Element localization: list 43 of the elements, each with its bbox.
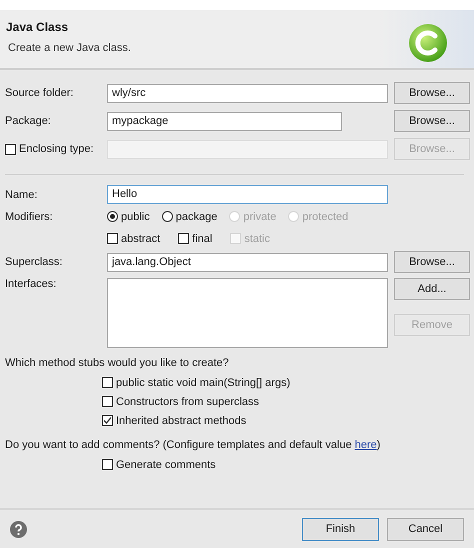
text-field[interactable]: Hello [107, 185, 388, 204]
list-button[interactable]: Add... [394, 278, 470, 300]
page-title: Java Class [6, 20, 70, 34]
checkbox-label: static [244, 232, 270, 244]
checkbox[interactable] [178, 233, 190, 244]
radio-button[interactable] [162, 211, 173, 222]
checkbox-label: Generate comments [116, 458, 216, 470]
checkbox[interactable] [102, 459, 113, 470]
class-logo-icon [408, 23, 448, 63]
field-label: Source folder: [5, 87, 74, 99]
question-text: Which method stubs would you like to create? [5, 356, 230, 371]
browse-button[interactable]: Browse... [394, 251, 470, 273]
checkbox-label: public static void main(String[] args) [116, 376, 290, 388]
checkbox-label: abstract [121, 232, 160, 244]
radio-label: public [121, 210, 150, 222]
checkbox-label: Enclosing type: [19, 143, 94, 155]
checkbox[interactable] [102, 396, 113, 407]
browse-button[interactable]: Browse... [394, 110, 470, 132]
field-label: Modifiers: [5, 210, 54, 222]
page-description: Create a new Java class. [7, 42, 131, 54]
text-field[interactable]: wly/src [107, 84, 388, 102]
question-text: Do you want to add comments? (Configure templates and default value here) [5, 438, 382, 453]
field-label: Superclass: [5, 256, 64, 268]
radio-label: protected [302, 210, 348, 222]
templates-link[interactable]: here [354, 439, 377, 451]
checkbox-label: Constructors from superclass [116, 396, 260, 408]
browse-button[interactable]: Browse... [394, 82, 470, 104]
field-label: Name: [5, 188, 38, 200]
checkbox[interactable] [107, 233, 118, 244]
dialog-button[interactable]: Cancel [387, 518, 464, 540]
field-label: Package: [5, 115, 52, 127]
radio-button[interactable] [107, 211, 118, 222]
radio-label: package [176, 210, 218, 222]
field-label: Interfaces: [5, 278, 58, 290]
text-field[interactable]: java.lang.Object [107, 252, 388, 272]
radio-label: private [243, 210, 276, 222]
help-icon[interactable] [10, 520, 27, 538]
checkbox[interactable] [102, 415, 113, 426]
dialog-button[interactable]: Finish [302, 518, 379, 540]
text-field[interactable]: mypackage [107, 112, 342, 130]
checkbox-label: final [192, 232, 212, 244]
checkbox[interactable] [102, 377, 113, 388]
checkbox-label: Inherited abstract methods [116, 414, 246, 426]
